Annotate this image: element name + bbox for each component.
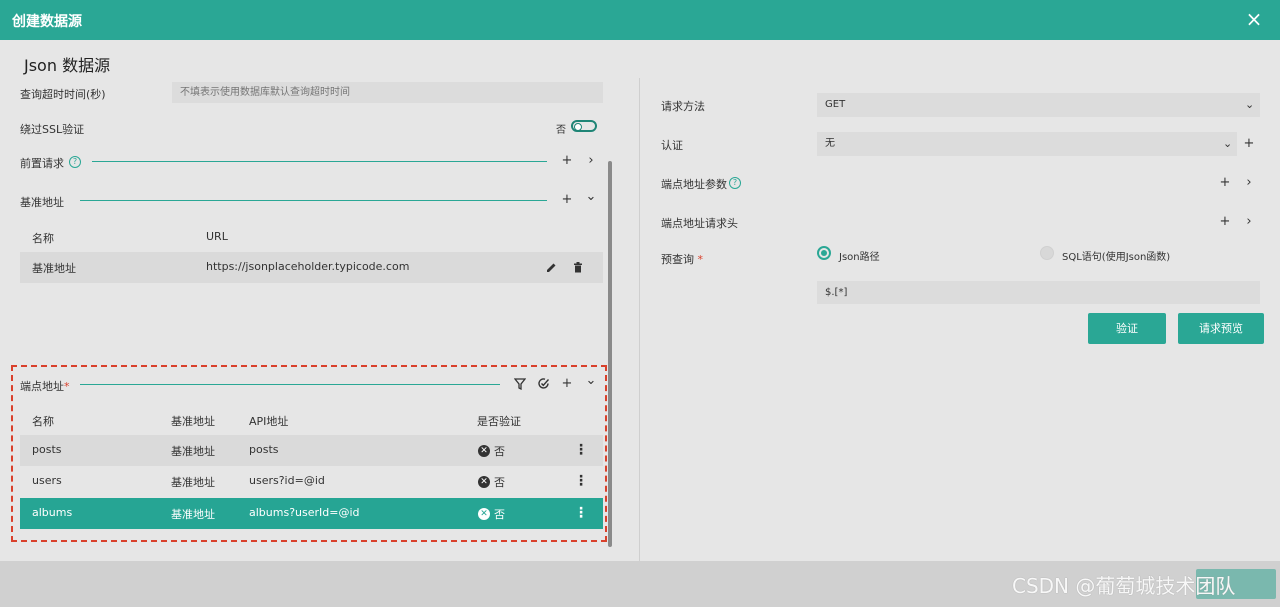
endpoint-api: users?id=@id	[249, 474, 325, 487]
title-bar: 创建数据源 ×	[0, 0, 1280, 40]
close-icon[interactable]: ×	[1244, 8, 1264, 30]
prequery-label-text: 预查询	[661, 253, 694, 266]
scrollbar[interactable]	[608, 161, 612, 547]
column-header-base: 基准地址	[171, 415, 215, 428]
pre-request-label: 前置请求	[20, 157, 64, 170]
timeout-label: 查询超时时间(秒)	[20, 88, 106, 101]
radio-dot	[821, 250, 827, 256]
endpoint-verify: 否	[494, 445, 505, 458]
dialog-title: Json 数据源	[24, 56, 111, 75]
table-row[interactable]: posts 基准地址 posts ✕ 否 ⋮	[20, 435, 603, 466]
radio-sql[interactable]	[1040, 246, 1054, 260]
column-header-url: URL	[206, 230, 228, 243]
auth-select[interactable]: 无 ⌄	[817, 132, 1237, 156]
endpoint-base: 基准地址	[171, 508, 215, 521]
filter-icon[interactable]	[514, 378, 526, 390]
help-icon[interactable]: ?	[729, 177, 741, 189]
chevron-down-icon[interactable]: ⌄	[584, 374, 598, 388]
ssl-state-text: 否	[556, 125, 566, 136]
more-vertical-icon[interactable]: ⋮	[574, 443, 588, 457]
watermark: CSDN @葡萄城技术团队	[1012, 574, 1236, 598]
base-url-value: https://jsonplaceholder.typicode.com	[206, 260, 410, 273]
endpoint-headers-label: 端点地址请求头	[661, 217, 738, 230]
add-icon[interactable]: +	[560, 377, 574, 391]
prequery-label: 预查询 *	[661, 251, 703, 267]
section-divider	[80, 200, 547, 201]
verify-check-icon[interactable]	[537, 377, 550, 390]
edit-icon[interactable]	[546, 262, 557, 273]
chevron-down-icon[interactable]: ⌄	[584, 190, 598, 204]
endpoint-api: posts	[249, 443, 279, 456]
panel-divider	[639, 78, 640, 563]
table-row-selected[interactable]: albums 基准地址 albums?userId=@id ✕ 否 ⋮	[20, 498, 603, 529]
add-icon[interactable]: +	[1218, 215, 1232, 229]
endpoint-verify: 否	[494, 476, 505, 489]
x-circle-icon: ✕	[478, 508, 490, 520]
prequery-input[interactable]	[817, 281, 1260, 304]
chevron-right-icon[interactable]: ›	[1242, 176, 1256, 190]
preview-request-button[interactable]: 请求预览	[1178, 313, 1264, 344]
add-icon[interactable]: +	[1242, 137, 1256, 151]
endpoints-label: 端点地址*	[20, 378, 70, 394]
more-vertical-icon[interactable]: ⋮	[574, 474, 588, 488]
verify-button[interactable]: 验证	[1088, 313, 1166, 344]
endpoint-name: albums	[32, 506, 73, 519]
add-icon[interactable]: +	[1218, 176, 1232, 190]
endpoint-base: 基准地址	[171, 476, 215, 489]
trash-icon[interactable]	[573, 262, 583, 273]
add-icon[interactable]: +	[560, 193, 574, 207]
required-marker: *	[64, 380, 70, 393]
add-icon[interactable]: +	[560, 154, 574, 168]
column-header-api: API地址	[249, 415, 289, 428]
window-title: 创建数据源	[12, 14, 82, 30]
chevron-right-icon[interactable]: ›	[584, 154, 598, 168]
method-label: 请求方法	[661, 100, 705, 113]
chevron-down-icon: ⌄	[1245, 98, 1255, 111]
endpoint-name: users	[32, 474, 62, 487]
ssl-label: 绕过SSL验证	[20, 123, 85, 136]
radio-sql-label: SQL语句(使用Json函数)	[1062, 252, 1171, 263]
required-marker: *	[697, 253, 704, 266]
chevron-down-icon: ⌄	[1223, 137, 1233, 150]
timeout-input[interactable]	[172, 82, 603, 103]
radio-json-path-label: Json路径	[839, 252, 880, 263]
table-row[interactable]: 基准地址 https://jsonplaceholder.typicode.co…	[20, 252, 603, 283]
x-circle-icon: ✕	[478, 476, 490, 488]
radio-json-path[interactable]	[817, 246, 831, 260]
x-circle-icon: ✕	[478, 445, 490, 457]
method-value: GET	[825, 99, 846, 110]
base-url-name: 基准地址	[32, 262, 76, 275]
endpoint-params-label: 端点地址参数	[661, 178, 727, 191]
auth-label: 认证	[661, 139, 683, 152]
auth-value: 无	[825, 138, 835, 149]
column-header-verify: 是否验证	[477, 415, 521, 428]
base-url-label: 基准地址	[20, 196, 64, 209]
endpoint-verify: 否	[494, 508, 505, 521]
section-divider	[80, 384, 500, 385]
endpoints-label-text: 端点地址	[20, 380, 64, 393]
method-select[interactable]: GET ⌄	[817, 93, 1260, 117]
ssl-toggle[interactable]	[571, 120, 597, 132]
chevron-right-icon[interactable]: ›	[1242, 215, 1256, 229]
help-icon[interactable]: ?	[69, 156, 81, 168]
endpoint-api: albums?userId=@id	[249, 506, 360, 519]
column-header-name: 名称	[32, 415, 54, 428]
section-divider	[92, 161, 547, 162]
table-row[interactable]: users 基准地址 users?id=@id ✕ 否 ⋮	[20, 466, 603, 497]
column-header-name: 名称	[32, 232, 54, 245]
more-vertical-icon[interactable]: ⋮	[574, 506, 588, 520]
endpoint-name: posts	[32, 443, 62, 456]
toggle-knob	[574, 123, 582, 131]
endpoint-base: 基准地址	[171, 445, 215, 458]
